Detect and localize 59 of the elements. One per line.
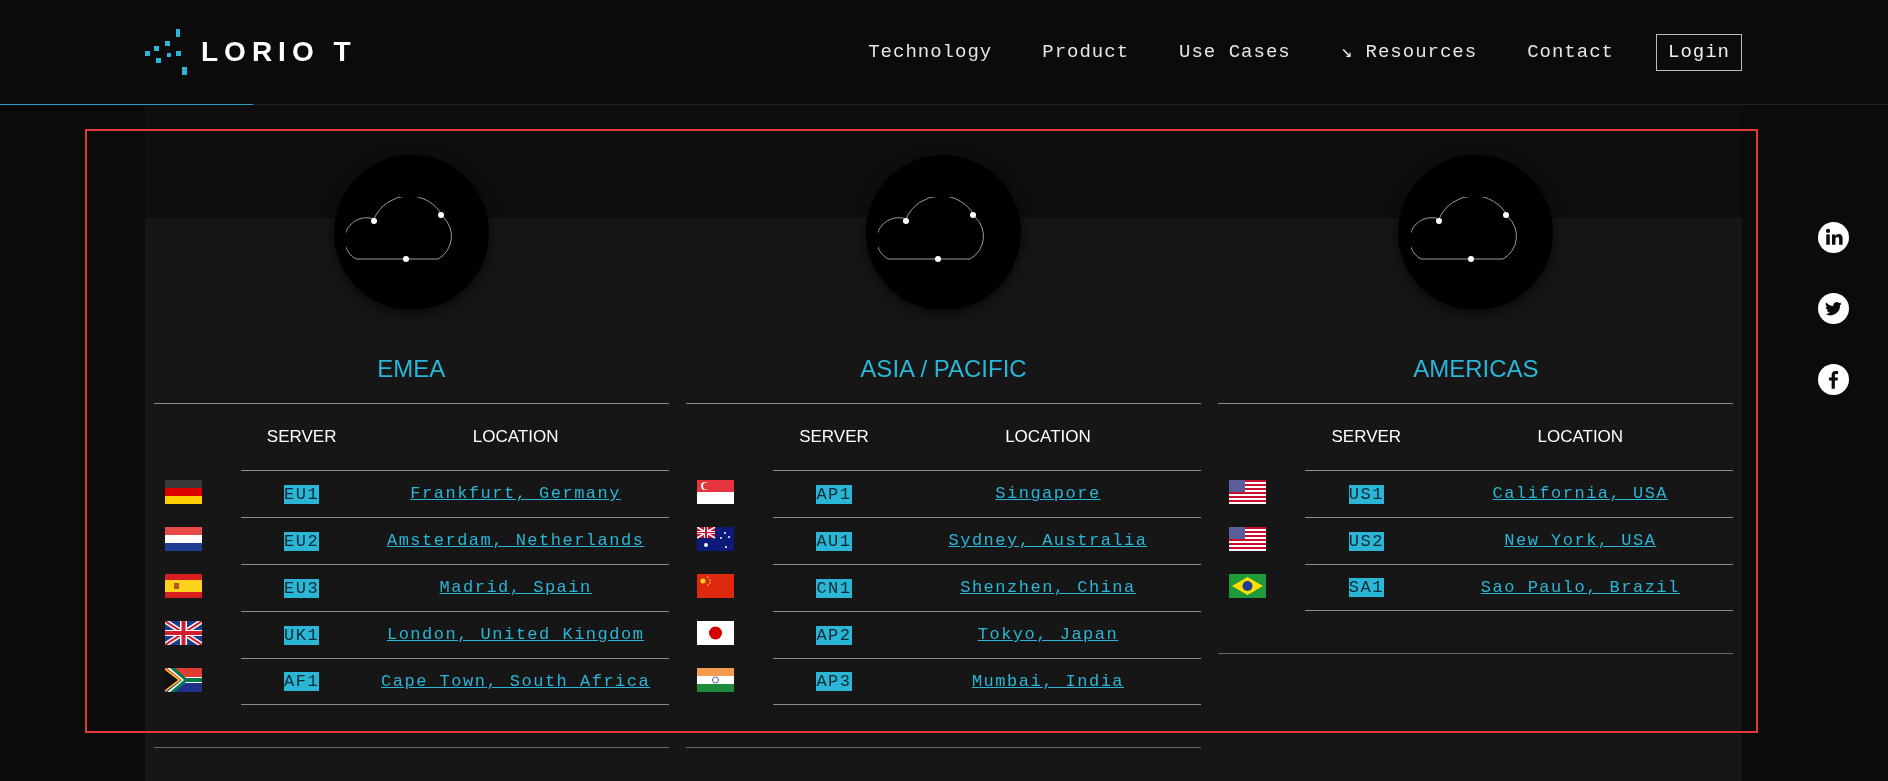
flag-icon [164, 667, 202, 692]
server-code: AU1 [816, 531, 852, 551]
location-link[interactable]: Sao Paulo, Brazil [1480, 574, 1680, 601]
flag-icon [164, 573, 202, 598]
flag-icon [164, 620, 202, 645]
flag-icon [697, 526, 734, 551]
server-code: US2 [1348, 531, 1384, 551]
flag-icon [1229, 526, 1267, 551]
server-code: AF1 [284, 672, 320, 691]
location-link[interactable]: Cape Town, South Africa [381, 668, 651, 695]
nav-link[interactable]: Product [1042, 37, 1130, 67]
location-link[interactable]: Shenzhen, China [960, 575, 1136, 601]
location-link[interactable]: London, United Kingdom [386, 622, 645, 648]
flag-icon [697, 620, 734, 645]
location-link[interactable]: Sydney, Australia [948, 528, 1148, 554]
region-title: ASIA / PACIFIC [860, 355, 1027, 383]
server-code: AP2 [816, 625, 852, 645]
location-link[interactable]: Mumbai, India [971, 668, 1125, 695]
nav-link[interactable]: ↘ Resources [1340, 37, 1478, 67]
login-button[interactable]: Login [1656, 33, 1742, 71]
server-code: EU2 [284, 531, 320, 551]
region-title: AMERICAS [1413, 355, 1539, 383]
twitter-bird-icon[interactable] [1818, 293, 1849, 324]
location-link[interactable]: Singapore [995, 481, 1101, 507]
column-header: SERVER [799, 426, 869, 449]
flag-icon [697, 667, 734, 692]
logo-icon [145, 29, 187, 75]
region-title: EMEA [377, 355, 446, 383]
nav-link[interactable]: Contact [1527, 37, 1614, 67]
location-link[interactable]: Amsterdam, Netherlands [386, 528, 645, 554]
column-header: SERVER [1331, 426, 1402, 449]
server-code: EU3 [284, 578, 320, 598]
nav-link[interactable]: Technology [868, 37, 993, 67]
nav-link[interactable]: Use Cases [1179, 37, 1291, 67]
server-code: SA1 [1348, 578, 1384, 597]
flag-icon [1229, 573, 1267, 598]
logo-wordmark: LORIO T [201, 35, 357, 69]
server-code: AP1 [816, 484, 852, 504]
facebook-icon[interactable] [1818, 364, 1849, 395]
server-code: UK1 [284, 625, 320, 645]
server-code: AP3 [816, 672, 852, 691]
location-link[interactable]: California, USA [1492, 481, 1669, 507]
column-header: SERVER [266, 426, 337, 449]
flag-icon [164, 526, 202, 551]
server-code: EU1 [284, 484, 320, 504]
flag-icon [697, 573, 734, 598]
location-link[interactable]: New York, USA [1504, 528, 1657, 554]
flag-icon [697, 479, 734, 504]
server-code: US1 [1348, 484, 1384, 504]
location-link[interactable]: Madrid, Spain [439, 575, 592, 601]
column-header: LOCATION [472, 426, 559, 449]
server-code: CN1 [816, 578, 852, 598]
column-header: LOCATION [1005, 426, 1091, 449]
flag-icon [164, 479, 202, 504]
location-link[interactable]: Frankfurt, Germany [410, 481, 621, 507]
linkedin-icon[interactable] [1818, 222, 1849, 253]
flag-icon [1229, 479, 1267, 504]
location-link[interactable]: Tokyo, Japan [977, 622, 1119, 648]
column-header: LOCATION [1537, 426, 1624, 449]
